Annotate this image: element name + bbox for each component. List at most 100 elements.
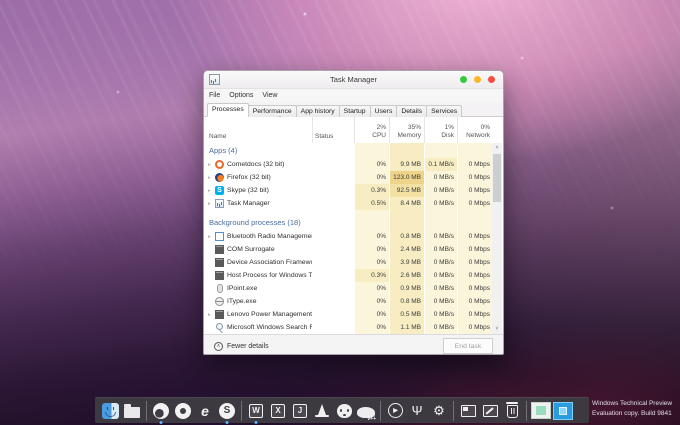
memory-cell: 2.6 MB <box>389 269 424 282</box>
glyph: Ψ <box>412 403 423 418</box>
table-row[interactable]: ▸ Lenovo Power Management Ser... 0% 0.5 … <box>204 308 493 321</box>
dock: e S W X J v++ ▶ Ψ ⚙ <box>95 397 589 423</box>
expand-caret-icon[interactable]: ▸ <box>208 175 215 181</box>
vlc-icon[interactable] <box>312 401 332 421</box>
journal-icon[interactable]: J <box>290 401 310 421</box>
status-cell <box>312 171 354 184</box>
active-window-thumbnail[interactable] <box>553 401 573 421</box>
chameleon-icon[interactable]: v++ <box>356 401 376 421</box>
tab-users[interactable]: Users <box>370 105 398 117</box>
close-light-button[interactable] <box>488 76 495 83</box>
title-bar[interactable]: Task Manager <box>204 71 503 89</box>
table-row[interactable]: IType.exe 0% 0.8 MB 0 MB/s 0 Mbps <box>204 295 493 308</box>
tab-details[interactable]: Details <box>396 105 427 117</box>
disk-cell: 0 MB/s <box>424 269 457 282</box>
finder-icon[interactable] <box>100 401 120 421</box>
minimize-light-button[interactable] <box>460 76 467 83</box>
quake-icon[interactable]: Ψ <box>407 401 427 421</box>
expand-caret-icon[interactable]: ▸ <box>208 162 215 168</box>
column-header-row: Name Status 2% CPU 35% Memory 1% Disk 0%… <box>204 117 503 143</box>
cpu-cell: 0.3% <box>354 184 389 197</box>
scrollbar-thumb[interactable] <box>493 154 501 202</box>
tab-app-history[interactable]: App history <box>296 105 340 117</box>
tab-strip: Processes Performance App history Startu… <box>204 102 503 117</box>
status-cell <box>312 308 354 321</box>
group-header-apps[interactable]: Apps (4) <box>204 143 493 158</box>
terminal-icon[interactable] <box>458 401 478 421</box>
table-row[interactable]: ▸ S Skype (32 bit) 0.3% 92.5 MB 0 MB/s 0… <box>204 184 493 197</box>
column-header-cpu[interactable]: 2% CPU <box>354 117 389 143</box>
firefox-icon[interactable] <box>151 401 171 421</box>
table-row[interactable]: ▸ Firefox (32 bit) 0% 123.0 MB 0 MB/s 0 … <box>204 171 493 184</box>
expand-caret-icon[interactable]: ▸ <box>208 188 215 194</box>
memory-cell: 0.8 MB <box>389 295 424 308</box>
scrollbar[interactable]: ˄ ˅ <box>492 143 502 334</box>
expand-caret-icon[interactable]: ▸ <box>208 201 215 207</box>
menu-view[interactable]: View <box>262 92 277 99</box>
dock-divider <box>526 401 527 421</box>
tab-performance[interactable]: Performance <box>248 105 297 117</box>
column-header-network[interactable]: 0% Network <box>457 117 493 143</box>
chrome-icon[interactable] <box>173 401 193 421</box>
status-cell <box>312 243 354 256</box>
editor-window-icon[interactable] <box>480 401 500 421</box>
memory-label: Memory <box>398 132 421 140</box>
gear-icon[interactable]: ⚙ <box>429 401 449 421</box>
play-icon[interactable]: ▶ <box>385 401 405 421</box>
status-cell <box>312 282 354 295</box>
table-row[interactable]: Microsoft Windows Search Filte... 0% 1.1… <box>204 321 493 334</box>
table-row[interactable]: IPoint.exe 0% 0.9 MB 0 MB/s 0 Mbps <box>204 282 493 295</box>
network-cell: 0 Mbps <box>457 269 493 282</box>
desktop-preview-thumbnail[interactable] <box>531 401 551 421</box>
internet-explorer-icon[interactable]: e <box>195 401 215 421</box>
column-header-status[interactable]: Status <box>312 117 354 143</box>
status-cell <box>312 256 354 269</box>
gimp-icon[interactable] <box>334 401 354 421</box>
scroll-down-icon[interactable]: ˅ <box>492 324 502 334</box>
cpu-cell: 0% <box>354 230 389 243</box>
group-header-background[interactable]: Background processes (18) <box>204 215 493 230</box>
cpu-cell: 0.5% <box>354 197 389 210</box>
column-header-memory[interactable]: 35% Memory <box>389 117 424 143</box>
cpu-cell: 0% <box>354 243 389 256</box>
table-row[interactable]: ▸ Task Manager 0.5% 8.4 MB 0 MB/s 0 Mbps <box>204 197 493 210</box>
cpu-cell: 0% <box>354 295 389 308</box>
table-row[interactable]: ▸ Cometdocs (32 bit) 0% 9.9 MB 0.1 MB/s … <box>204 158 493 171</box>
column-header-disk[interactable]: 1% Disk <box>424 117 457 143</box>
disk-total: 1% <box>445 124 454 132</box>
dock-divider <box>146 401 147 421</box>
table-row[interactable]: ▸ Bluetooth Radio Management S... 0% 0.8… <box>204 230 493 243</box>
disk-cell: 0 MB/s <box>424 308 457 321</box>
expand-caret-icon[interactable]: ▸ <box>208 312 215 318</box>
tab-services[interactable]: Services <box>426 105 462 117</box>
table-row[interactable]: Host Process for Windows Tasks 0.3% 2.6 … <box>204 269 493 282</box>
trash-icon[interactable] <box>502 401 522 421</box>
table-row[interactable]: COM Surrogate 0% 2.4 MB 0 MB/s 0 Mbps <box>204 243 493 256</box>
maximize-light-button[interactable] <box>474 76 481 83</box>
word-icon[interactable]: W <box>246 401 266 421</box>
cpu-total: 2% <box>377 124 386 132</box>
glyph: J <box>298 406 302 415</box>
tab-startup[interactable]: Startup <box>339 105 371 117</box>
tab-processes[interactable]: Processes <box>207 103 249 117</box>
disk-cell: 0 MB/s <box>424 295 457 308</box>
firefox-icon <box>215 173 224 182</box>
cpu-cell: 0.3% <box>354 269 389 282</box>
column-header-name[interactable]: Name <box>204 117 312 143</box>
scroll-up-icon[interactable]: ˄ <box>492 143 502 153</box>
end-task-button[interactable]: End task <box>443 338 493 354</box>
excel-icon[interactable]: X <box>268 401 288 421</box>
menu-file[interactable]: File <box>209 92 220 99</box>
expand-caret-icon[interactable]: ▸ <box>208 234 215 240</box>
bluetooth-icon <box>215 232 224 241</box>
memory-cell: 92.5 MB <box>389 184 424 197</box>
table-row[interactable]: Device Association Framework ... 0% 3.9 … <box>204 256 493 269</box>
network-cell: 0 Mbps <box>457 230 493 243</box>
cpu-cell: 0% <box>354 158 389 171</box>
menu-options[interactable]: Options <box>229 92 253 99</box>
footer-bar: ∧ Fewer details End task <box>204 334 503 355</box>
folder-icon[interactable] <box>122 401 142 421</box>
fewer-details-toggle[interactable]: ∧ Fewer details <box>214 342 269 351</box>
skype-icon[interactable]: S <box>217 401 237 421</box>
glyph: e <box>201 403 209 419</box>
